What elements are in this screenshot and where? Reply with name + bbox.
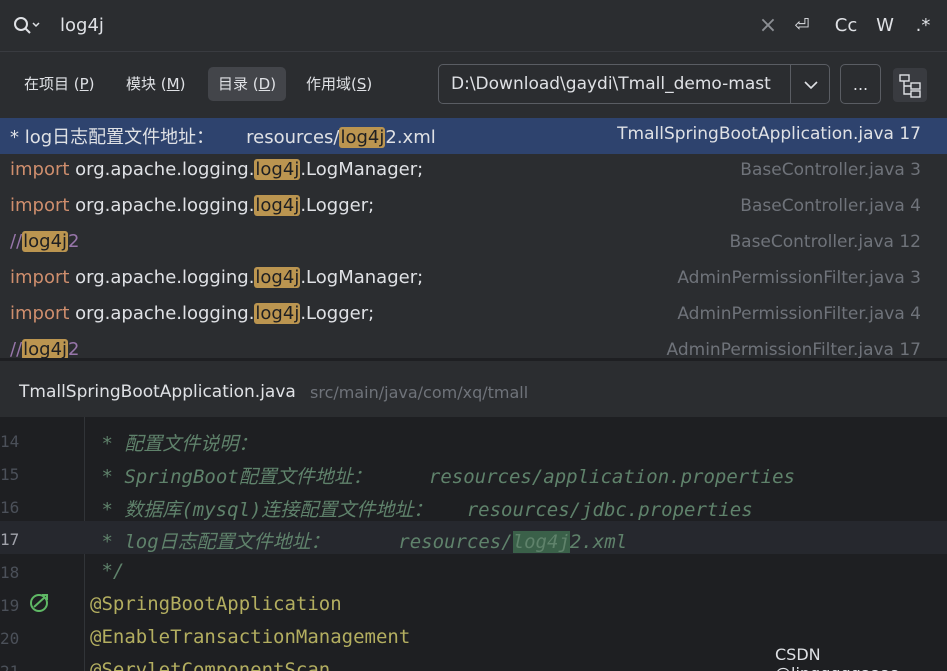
tab-module[interactable]: 模块 (M) <box>116 67 195 101</box>
watermark: CSDN @lingggggaaaa <box>775 645 900 671</box>
code-line-current: 17 * log日志配置文件地址： resources/log4j2.xml <box>0 521 947 554</box>
spring-bean-icon[interactable] <box>28 591 50 613</box>
tab-scope[interactable]: 作用域(S) <box>296 67 382 101</box>
directory-path[interactable]: D:\Download\gaydi\Tmall_demo-mast <box>451 74 789 94</box>
directory-combo[interactable]: D:\Download\gaydi\Tmall_demo-mast <box>438 64 830 104</box>
result-row[interactable]: import org.apache.logging.log4j.LogManag… <box>0 154 947 190</box>
preview-header: TmallSpringBootApplication.java src/main… <box>0 361 947 417</box>
search-icon[interactable] <box>12 15 40 37</box>
newline-icon[interactable]: ⏎ <box>788 12 816 40</box>
result-row[interactable]: import org.apache.logging.log4j.Logger; … <box>0 190 947 226</box>
regex-toggle[interactable]: .* <box>910 12 936 40</box>
code-line: 16 * 数据库(mysql)连接配置文件地址： resources/jdbc.… <box>0 498 753 521</box>
code-preview[interactable]: 14 * 配置文件说明： 15 * SpringBoot配置文件地址： reso… <box>0 417 947 671</box>
tab-in-project[interactable]: 在项目 (P) <box>14 67 105 101</box>
browse-button[interactable]: ... <box>840 64 881 104</box>
result-row[interactable]: //log4j2 AdminPermissionFilter.java 17 <box>0 334 947 358</box>
results-list: * log日志配置文件地址： resources/log4j2.xml Tmall… <box>0 118 947 358</box>
match-case-toggle[interactable]: Cc <box>830 12 862 40</box>
chevron-down-icon[interactable] <box>790 65 829 103</box>
code-line: 15 * SpringBoot配置文件地址： resources/applica… <box>0 465 795 488</box>
scope-bar: 在项目 (P) 模块 (M) 目录 (D) 作用域(S) D:\Download… <box>0 53 947 118</box>
search-input[interactable] <box>60 12 660 38</box>
code-line: 19 @SpringBootApplication <box>0 591 342 615</box>
result-row[interactable]: import org.apache.logging.log4j.LogManag… <box>0 262 947 298</box>
result-row[interactable]: * log日志配置文件地址： resources/log4j2.xml Tmall… <box>0 118 947 154</box>
code-line: 18 */ <box>0 560 125 582</box>
preview-file-name: TmallSpringBootApplication.java <box>19 382 296 402</box>
search-bar: × ⏎ Cc W .* <box>0 0 947 52</box>
result-row[interactable]: //log4j2 BaseController.java 12 <box>0 226 947 262</box>
clear-icon[interactable]: × <box>756 12 780 40</box>
result-row[interactable]: import org.apache.logging.log4j.Logger; … <box>0 298 947 334</box>
whole-words-toggle[interactable]: W <box>872 12 898 40</box>
tab-directory[interactable]: 目录 (D) <box>208 67 287 101</box>
file-tree-icon[interactable] <box>893 68 927 102</box>
preview-file-path: src/main/java/com/xq/tmall <box>310 383 529 402</box>
code-line: 14 * 配置文件说明： <box>0 432 258 455</box>
